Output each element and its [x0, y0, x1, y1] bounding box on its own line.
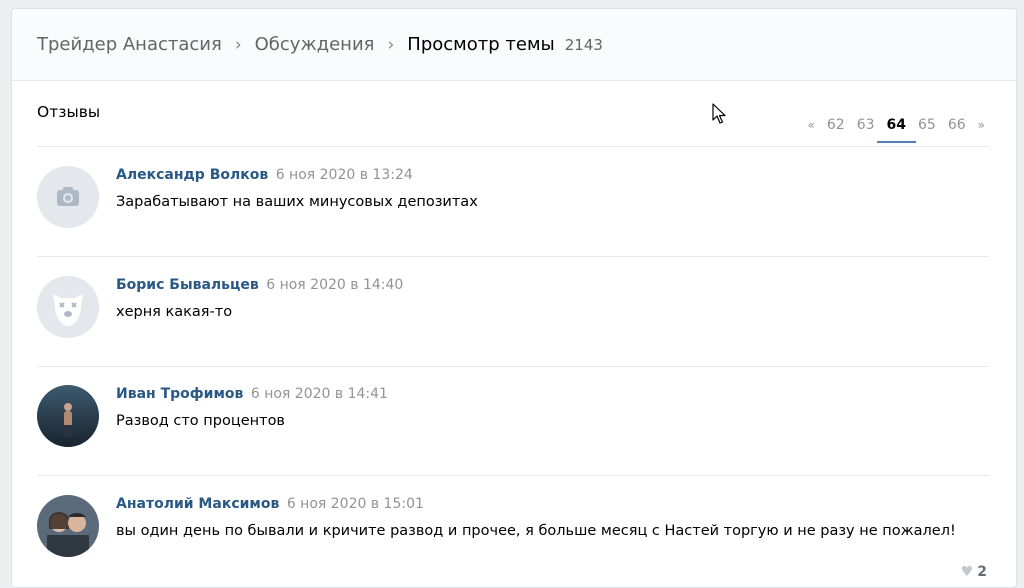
post-text: Зарабатывают на ваших минусовых депозита…	[116, 194, 478, 210]
author-name[interactable]: Александр Волков	[116, 167, 268, 183]
pager-prev[interactable]: «	[802, 118, 821, 132]
post: Александр Волков 6 ноя 2020 в 13:24 Зара…	[37, 147, 989, 257]
avatar[interactable]	[37, 385, 99, 447]
user-photo-icon	[37, 495, 99, 557]
deactivated-dog-icon	[37, 276, 99, 338]
breadcrumb-group[interactable]: Трейдер Анастасия	[37, 34, 222, 55]
pager-page[interactable]: 66	[942, 117, 972, 133]
post-count: 2143	[564, 35, 603, 54]
user-photo-icon	[37, 385, 99, 447]
chevron-right-icon: ›	[234, 34, 242, 55]
pagination: « 62 63 64 65 66 »	[802, 117, 991, 143]
avatar[interactable]	[37, 495, 99, 557]
like-button[interactable]: ♥ 2	[961, 564, 987, 580]
post-text: вы один день по бывали и кричите развод …	[116, 523, 956, 539]
post-text: Развод сто процентов	[116, 413, 285, 429]
pager-page[interactable]: 65	[912, 117, 942, 133]
post: Борис Бывальцев 6 ноя 2020 в 14:40 херня…	[37, 257, 989, 367]
post-text: херня какая-то	[116, 304, 233, 320]
mouse-cursor-icon	[712, 103, 726, 124]
post-date[interactable]: 6 ноя 2020 в 13:24	[276, 167, 413, 183]
pager-next[interactable]: »	[972, 118, 991, 132]
pager-page[interactable]: 62	[821, 117, 851, 133]
author-name[interactable]: Анатолий Максимов	[116, 496, 279, 512]
post-date[interactable]: 6 ноя 2020 в 14:41	[251, 386, 388, 402]
pager-page-active: 64	[876, 117, 917, 143]
avatar[interactable]	[37, 276, 99, 338]
post-header: Иван Трофимов 6 ноя 2020 в 14:41	[116, 386, 388, 402]
post-header: Анатолий Максимов 6 ноя 2020 в 15:01	[116, 496, 424, 512]
discussion-card: Трейдер Анастасия › Обсуждения › Просмот…	[11, 8, 1017, 588]
chevron-right-icon: ›	[387, 34, 395, 55]
author-name[interactable]: Борис Бывальцев	[116, 277, 259, 293]
breadcrumb-current: Просмотр темы	[407, 34, 555, 55]
heart-icon: ♥	[960, 564, 974, 580]
topic-title: Отзывы	[37, 103, 101, 121]
author-name[interactable]: Иван Трофимов	[116, 386, 243, 402]
breadcrumb: Трейдер Анастасия › Обсуждения › Просмот…	[12, 9, 1016, 81]
like-count: 2	[977, 564, 987, 580]
post: Иван Трофимов 6 ноя 2020 в 14:41 Развод …	[37, 366, 989, 476]
post-date[interactable]: 6 ноя 2020 в 14:40	[266, 277, 403, 293]
breadcrumb-discussions[interactable]: Обсуждения	[255, 34, 375, 55]
avatar[interactable]	[37, 166, 99, 228]
pager-page[interactable]: 63	[851, 117, 881, 133]
post-header: Борис Бывальцев 6 ноя 2020 в 14:40	[116, 277, 403, 293]
post: Анатолий Максимов 6 ноя 2020 в 15:01 вы …	[37, 476, 989, 586]
post-header: Александр Волков 6 ноя 2020 в 13:24	[116, 167, 413, 183]
post-date[interactable]: 6 ноя 2020 в 15:01	[287, 496, 424, 512]
camera-icon	[37, 166, 99, 228]
